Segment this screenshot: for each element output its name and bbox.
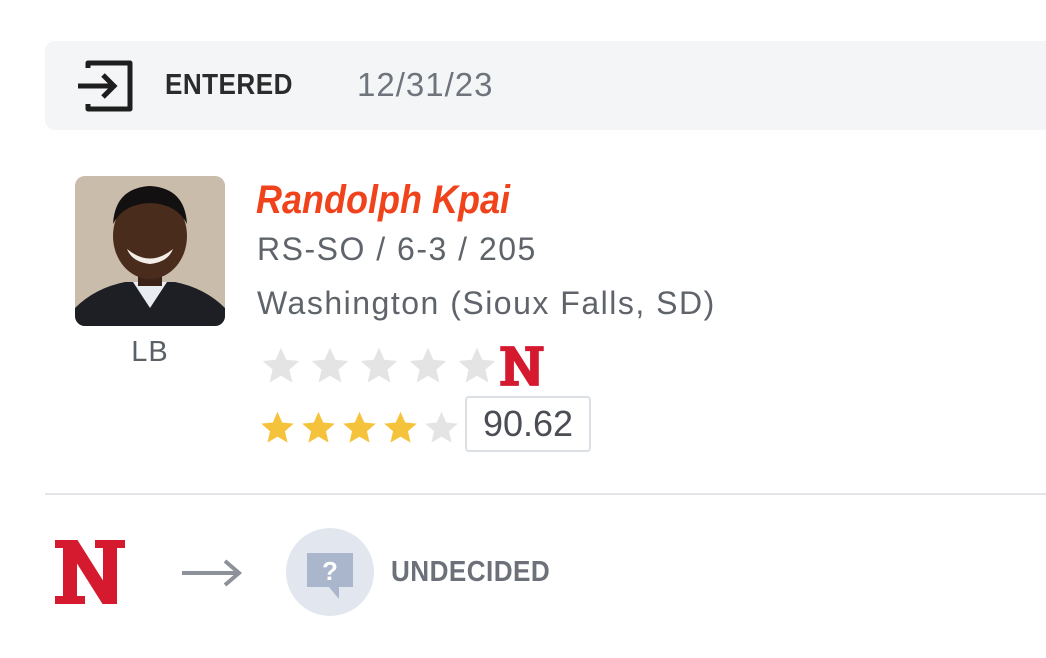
star-icon [409, 347, 447, 383]
star-icon [302, 411, 335, 443]
star-icon [425, 411, 458, 443]
star-icon [458, 347, 496, 383]
star-icon [384, 411, 417, 443]
player-hometown: Washington (Sioux Falls, SD) [257, 285, 716, 321]
nebraska-logo [499, 344, 545, 388]
player-position: LB [131, 336, 169, 368]
enter-icon [78, 60, 133, 112]
player-name[interactable]: Randolph Kpai [256, 178, 510, 223]
team-rating-stars [258, 344, 503, 388]
status-label: ENTERED [165, 69, 293, 101]
star-icon [262, 347, 300, 383]
player-photo [75, 176, 225, 326]
star-icon [343, 411, 376, 443]
star-icon [261, 411, 294, 443]
composite-rating-stars [258, 408, 463, 448]
svg-text:?: ? [322, 556, 338, 586]
star-icon [360, 347, 398, 383]
destination-label: UNDECIDED [391, 556, 551, 588]
arrow-right-icon [182, 559, 243, 587]
player-avatar[interactable] [75, 176, 225, 326]
question-bubble-icon: ? [307, 553, 353, 599]
nebraska-logo[interactable] [50, 535, 130, 609]
player-class-height-weight: RS-SO / 6-3 / 205 [257, 231, 537, 267]
star-icon [311, 347, 349, 383]
composite-rating-value: 90.62 [465, 396, 591, 452]
status-date: 12/31/23 [357, 66, 494, 103]
divider [45, 493, 1046, 495]
